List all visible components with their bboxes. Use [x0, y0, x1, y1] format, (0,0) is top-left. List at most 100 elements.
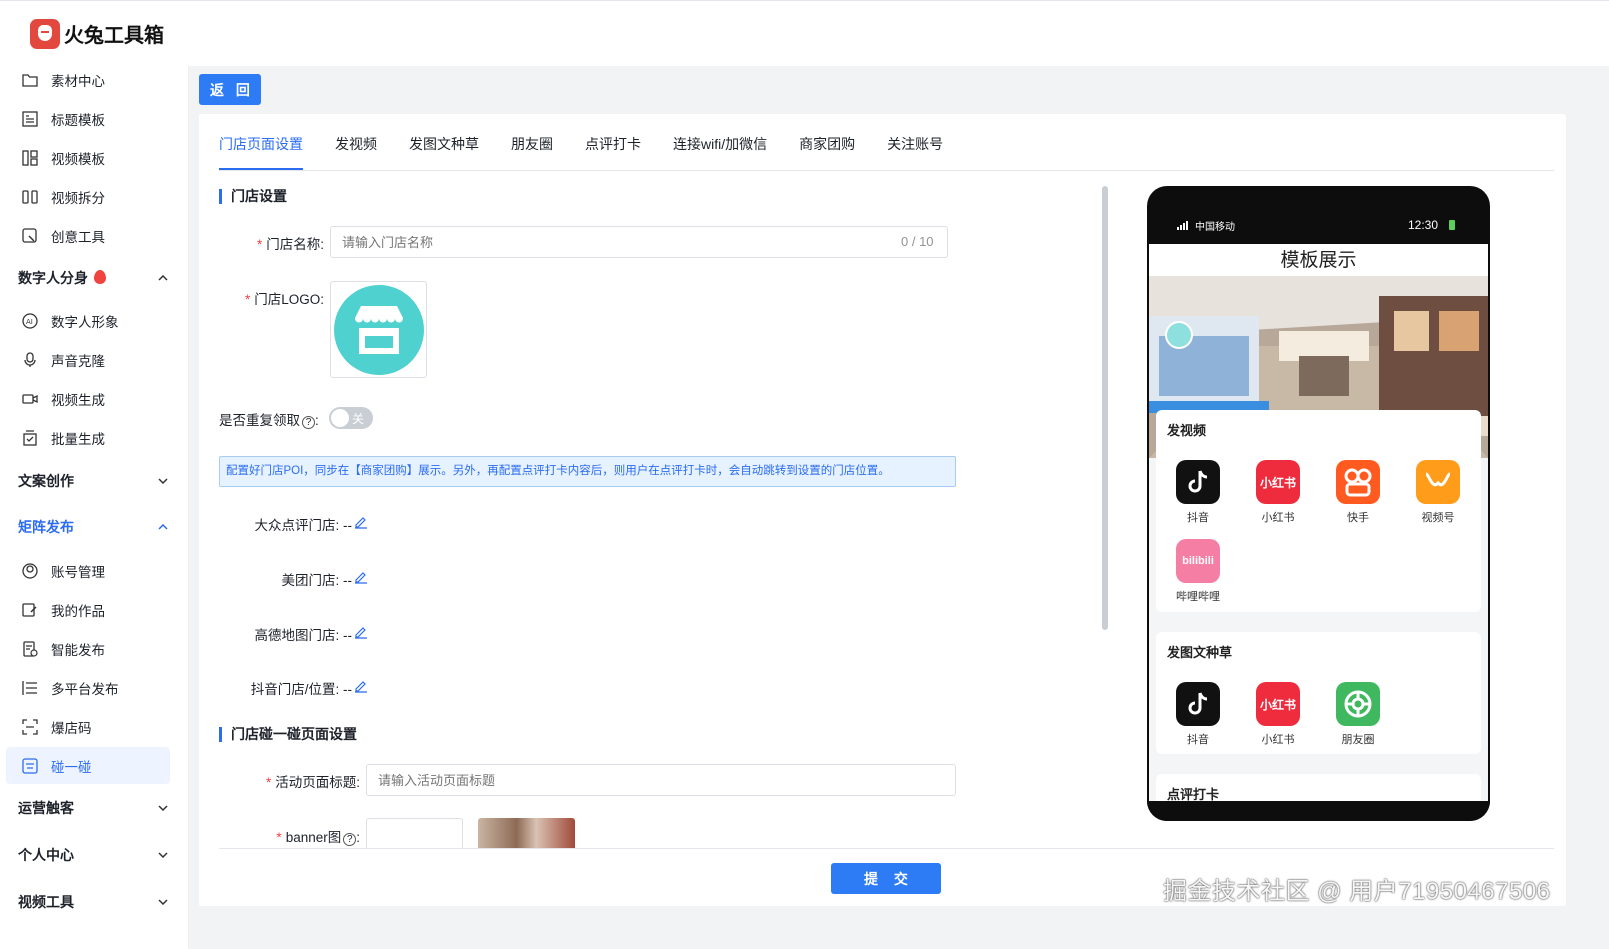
- douyin-value: --: [343, 682, 352, 697]
- repeat-claim-toggle[interactable]: 关: [329, 407, 373, 429]
- sidebar-item-multi-platform[interactable]: 多平台发布: [6, 669, 170, 706]
- douyin-icon: [1176, 682, 1220, 726]
- nav-group-matrix-publish[interactable]: 矩阵发布: [18, 513, 168, 541]
- nav-group-copywriting[interactable]: 文案创作: [18, 467, 168, 495]
- activity-title-input[interactable]: [366, 764, 956, 796]
- preview-section-video: 发视频 抖音 小红书 小红书 快手 视频号 bilibili 哔哩哔哩: [1156, 410, 1481, 612]
- edit-icon[interactable]: [354, 679, 368, 693]
- gaode-value: --: [343, 628, 352, 643]
- sidebar-item-label: 视频生成: [51, 392, 105, 408]
- help-icon[interactable]: ?: [343, 833, 357, 846]
- app-label: 哔哩哔哩: [1176, 591, 1220, 603]
- gaode-store-row: 高德地图门店: --: [226, 624, 352, 644]
- sidebar-item-label: 标题模板: [51, 112, 105, 128]
- sidebar-item-tap[interactable]: 碰一碰: [6, 747, 170, 784]
- app-label: 小红书: [1261, 734, 1295, 746]
- app-wechat-channels[interactable]: 视频号: [1408, 460, 1468, 525]
- sidebar-item-voice-clone[interactable]: 声音克隆: [6, 341, 170, 378]
- sidebar-item-creative-tools[interactable]: 创意工具: [6, 217, 170, 254]
- tab-divider: [219, 170, 1554, 171]
- back-bar: [189, 66, 1609, 114]
- sidebar-item-batch-generate[interactable]: 批量生成: [6, 419, 170, 456]
- smart-publish-icon: [21, 640, 39, 658]
- submit-button[interactable]: 提 交: [831, 863, 941, 894]
- app-xiaohongshu[interactable]: 小红书 小红书: [1248, 460, 1308, 525]
- sidebar-item-store-code[interactable]: 爆店码: [6, 708, 170, 745]
- banner-label-text: banner图: [285, 830, 342, 845]
- douyin-icon: [1176, 460, 1220, 504]
- back-button[interactable]: 返 回: [199, 74, 261, 105]
- sidebar-item-my-works[interactable]: 我的作品: [6, 591, 170, 628]
- store-name-input[interactable]: [330, 226, 948, 258]
- chevron-down-icon: [158, 852, 168, 858]
- sidebar-item-video-template[interactable]: 视频模板: [6, 139, 170, 176]
- toggle-knob: [331, 409, 349, 427]
- sidebar-item-label: 视频拆分: [51, 190, 105, 206]
- sidebar-item-title-template[interactable]: 标题模板: [6, 100, 170, 137]
- app-douyin[interactable]: 抖音: [1168, 682, 1228, 747]
- app-moments[interactable]: 朋友圈: [1328, 682, 1388, 747]
- nav-group-personal-center[interactable]: 个人中心: [18, 841, 168, 869]
- app-bilibili[interactable]: bilibili 哔哩哔哩: [1168, 539, 1228, 604]
- chevron-up-icon: [158, 524, 168, 530]
- tab-post-image[interactable]: 发图文种草: [409, 126, 479, 157]
- app-douyin[interactable]: 抖音: [1168, 460, 1228, 525]
- chevron-down-icon: [158, 478, 168, 484]
- tab-group-buy[interactable]: 商家团购: [799, 126, 855, 157]
- activity-title-label: * 活动页面标题:: [250, 771, 360, 791]
- repeat-claim-label: 是否重复领取?:: [219, 409, 319, 429]
- preview-section-title: 发视频: [1167, 423, 1207, 438]
- phone-time: 12:30: [1408, 218, 1439, 232]
- preview-store-logo: [1165, 321, 1193, 349]
- nav-group-digital-human[interactable]: 数字人分身: [18, 264, 168, 292]
- sidebar-item-material-center[interactable]: 素材中心: [6, 61, 170, 98]
- sidebar-item-digital-avatar[interactable]: AI 数字人形象: [6, 302, 170, 339]
- edit-icon[interactable]: [354, 570, 368, 584]
- moments-icon: [1336, 682, 1380, 726]
- sidebar-item-video-split[interactable]: 视频拆分: [6, 178, 170, 215]
- meituan-store-row: 美团门店: --: [226, 569, 352, 589]
- dianping-value: --: [343, 518, 352, 533]
- sidebar-item-smart-publish[interactable]: 智能发布: [6, 630, 170, 667]
- video-template-icon: [21, 149, 39, 167]
- sidebar-item-label: 爆店码: [51, 720, 92, 736]
- required-mark: *: [265, 775, 272, 790]
- app-kuaishou[interactable]: 快手: [1328, 460, 1388, 525]
- store-logo-label: * 门店LOGO:: [220, 288, 324, 308]
- rabbit-logo-icon: [30, 18, 60, 49]
- preview-title: 模板展示: [1149, 244, 1488, 276]
- preview-section-checkin: 点评打卡: [1156, 774, 1481, 801]
- banner-upload[interactable]: [366, 818, 463, 848]
- app-label: 抖音: [1187, 734, 1209, 746]
- store-name-counter: 0 / 10: [901, 234, 934, 249]
- app-xiaohongshu[interactable]: 小红书 小红书: [1248, 682, 1308, 747]
- form-scrollbar[interactable]: [1102, 186, 1108, 630]
- phone-bottom-bezel: [1147, 801, 1490, 821]
- help-icon[interactable]: ?: [302, 416, 315, 429]
- edit-icon[interactable]: [354, 515, 368, 529]
- nav-group-video-tools[interactable]: 视频工具: [18, 888, 168, 916]
- tab-store-page[interactable]: 门店页面设置: [219, 126, 303, 170]
- gaode-label: 高德地图门店:: [254, 628, 340, 643]
- tab-post-video[interactable]: 发视频: [335, 126, 377, 157]
- required-mark: *: [244, 292, 251, 307]
- sidebar-item-label: 创意工具: [51, 229, 105, 245]
- app-label: 快手: [1347, 512, 1369, 524]
- tab-wifi-wechat[interactable]: 连接wifi/加微信: [673, 126, 767, 157]
- batch-icon: [21, 429, 39, 447]
- nav-group-operations[interactable]: 运营触客: [18, 794, 168, 822]
- tab-review-checkin[interactable]: 点评打卡: [585, 126, 641, 157]
- phone-screen: 模板展示 发视频 抖音 小红书 小红书 快手 视频号 bilibili 哔哩哔哩…: [1149, 244, 1488, 801]
- sidebar-item-video-generate[interactable]: 视频生成: [6, 380, 170, 417]
- banner-thumbnail[interactable]: [478, 818, 575, 848]
- app-label: 小红书: [1261, 512, 1295, 524]
- signal-icon: [1177, 220, 1188, 230]
- tab-follow-account[interactable]: 关注账号: [887, 126, 943, 157]
- edit-icon[interactable]: [354, 625, 368, 639]
- tab-moments[interactable]: 朋友圈: [511, 126, 553, 157]
- repeat-claim-colon: :: [315, 413, 319, 428]
- sidebar-item-account-manage[interactable]: 账号管理: [6, 552, 170, 589]
- store-logo-upload[interactable]: [330, 281, 427, 378]
- dianping-label: 大众点评门店:: [254, 518, 340, 533]
- fire-icon: [94, 270, 106, 284]
